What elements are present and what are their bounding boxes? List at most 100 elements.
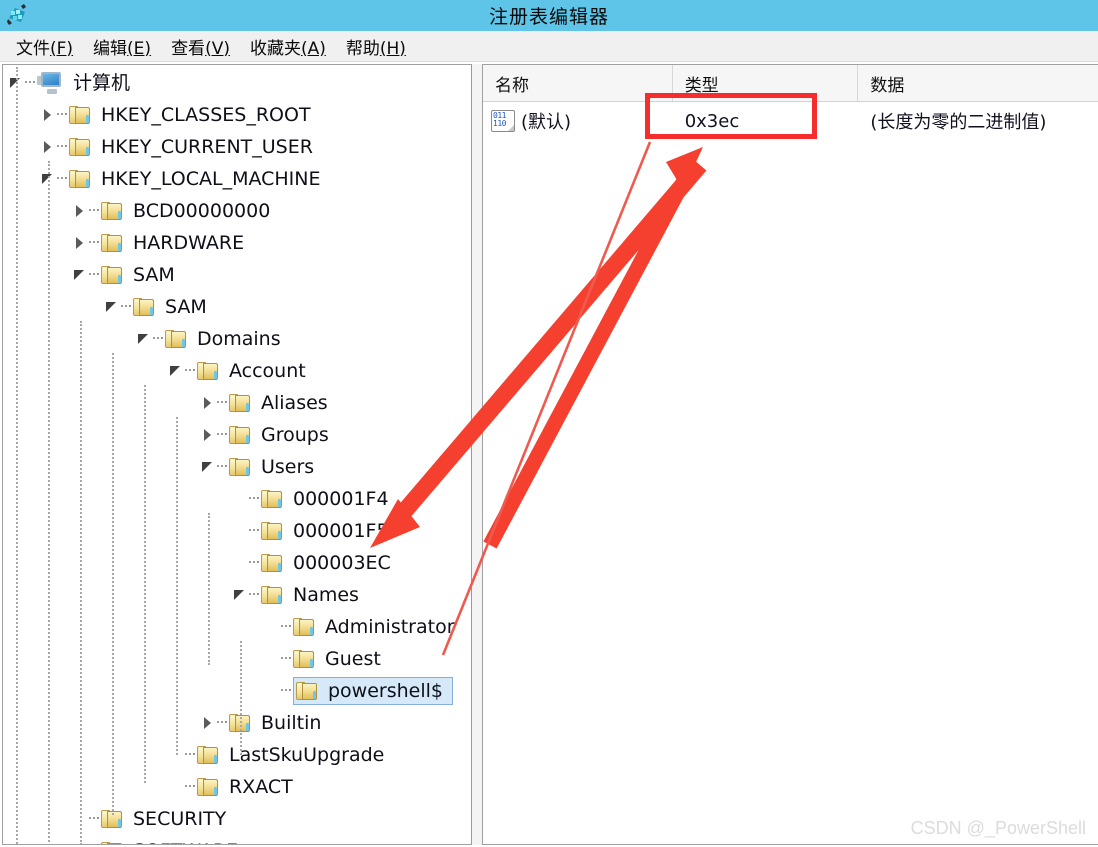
- tree-item-label: Builtin: [261, 712, 322, 734]
- tree-indent-guide: [112, 353, 114, 815]
- expand-arrow-icon[interactable]: [199, 394, 217, 412]
- collapse-arrow-icon[interactable]: [199, 458, 217, 476]
- tree-item-bcd00000000[interactable]: BCD00000000: [3, 195, 471, 227]
- collapse-arrow-icon[interactable]: [231, 586, 249, 604]
- tree-connector: [281, 689, 291, 693]
- tree-item-hardware[interactable]: HARDWARE: [3, 227, 471, 259]
- tree-item-content: Domains: [165, 327, 284, 351]
- tree-item-sam[interactable]: SAM: [3, 291, 471, 323]
- folder-icon: [101, 265, 123, 285]
- tree-connector: [25, 81, 35, 85]
- tree-item-names[interactable]: Names: [3, 579, 471, 611]
- menu-item-edit-text: 编辑: [93, 38, 128, 59]
- tree-item-aliases[interactable]: Aliases: [3, 387, 471, 419]
- tree-item-label: SAM: [165, 296, 207, 318]
- menu-item-file[interactable]: 文件(F): [6, 34, 83, 59]
- tree-indent-guide: [176, 417, 178, 755]
- tree-item-content: Users: [229, 455, 317, 479]
- folder-icon: [229, 425, 251, 445]
- tree-item-sam[interactable]: SAM: [3, 259, 471, 291]
- tree-item-hkeyclassesroot[interactable]: HKEY_CLASSES_ROOT: [3, 99, 471, 131]
- column-header-data[interactable]: 数据: [858, 65, 1098, 101]
- menu-item-edit-accel: (E): [127, 38, 152, 59]
- tree-item-content: HKEY_CLASSES_ROOT: [69, 103, 314, 127]
- folder-icon: [133, 297, 155, 317]
- column-header-type[interactable]: 类型: [673, 65, 859, 101]
- tree-item-[interactable]: 计算机: [3, 67, 471, 99]
- tree-indent-guide: [48, 161, 50, 844]
- menu-item-edit[interactable]: 编辑(E): [83, 34, 161, 59]
- folder-icon: [101, 233, 123, 253]
- tree-connector: [281, 625, 291, 629]
- tree-item-powershell[interactable]: powershell$: [3, 675, 471, 707]
- menu-item-help[interactable]: 帮助(H): [336, 34, 416, 59]
- column-header-name[interactable]: 名称: [483, 65, 673, 101]
- tree-item-000001f5[interactable]: 000001F5: [3, 515, 471, 547]
- value-data-cell: (长度为零的二进制值): [870, 112, 1047, 133]
- tree-item-content: SAM: [101, 263, 178, 287]
- tree-item-label: Aliases: [261, 392, 328, 414]
- tree-item-hkeylocalmachine[interactable]: HKEY_LOCAL_MACHINE: [3, 163, 471, 195]
- registry-tree-panel[interactable]: 计算机 HKEY_CLASSES_ROOT HKEY_CURRENT_USER HKE…: [2, 64, 472, 845]
- tree-item-users[interactable]: Users: [3, 451, 471, 483]
- tree-item-guest[interactable]: Guest: [3, 643, 471, 675]
- tree-item-account[interactable]: Account: [3, 355, 471, 387]
- tree-item-000003ec[interactable]: 000003EC: [3, 547, 471, 579]
- tree-item-hkeycurrentuser[interactable]: HKEY_CURRENT_USER: [3, 131, 471, 163]
- tree-item-content: Aliases: [229, 391, 331, 415]
- registry-tree[interactable]: 计算机 HKEY_CLASSES_ROOT HKEY_CURRENT_USER HKE…: [3, 65, 471, 844]
- tree-item-content: 000003EC: [261, 551, 394, 575]
- tree-item-rxact[interactable]: RXACT: [3, 771, 471, 803]
- tree-item-label: HKEY_CURRENT_USER: [101, 136, 313, 158]
- tree-indent-guide: [240, 641, 242, 755]
- menu-item-favorites[interactable]: 收藏夹(A): [240, 34, 336, 59]
- collapse-arrow-icon[interactable]: [167, 362, 185, 380]
- folder-icon: [101, 841, 123, 844]
- tree-item-administrator[interactable]: Administrator: [3, 611, 471, 643]
- expand-arrow-icon[interactable]: [71, 202, 89, 220]
- tree-item-label: SAM: [133, 264, 175, 286]
- window-title: 注册表编辑器: [488, 6, 609, 28]
- tree-item-software[interactable]: SOFTWARE: [3, 835, 471, 844]
- registry-value-list-panel[interactable]: 名称 类型 数据 011 110 (默认) 0x3ec (长度为零的二进制值): [482, 64, 1098, 845]
- tree-item-builtin[interactable]: Builtin: [3, 707, 471, 739]
- folder-icon: [101, 201, 123, 221]
- folder-icon: [229, 457, 251, 477]
- panel-splitter[interactable]: [472, 64, 482, 845]
- tree-item-000001f4[interactable]: 000001F4: [3, 483, 471, 515]
- folder-icon: [197, 745, 219, 765]
- tree-item-groups[interactable]: Groups: [3, 419, 471, 451]
- expand-arrow-icon[interactable]: [199, 714, 217, 732]
- tree-item-content: Administrator: [293, 615, 458, 639]
- folder-icon: [261, 585, 283, 605]
- collapse-arrow-icon[interactable]: [135, 330, 153, 348]
- tree-item-content: Names: [261, 583, 362, 607]
- tree-item-content: 计算机: [37, 71, 133, 95]
- tree-item-label: Groups: [261, 424, 329, 446]
- tree-item-lastskuupgrade[interactable]: LastSkuUpgrade: [3, 739, 471, 771]
- tree-item-security[interactable]: SECURITY: [3, 803, 471, 835]
- menu-item-view[interactable]: 查看(V): [161, 34, 240, 59]
- expand-arrow-icon[interactable]: [199, 426, 217, 444]
- tree-connector: [185, 785, 195, 789]
- tree-connector: [217, 465, 227, 469]
- tree-item-content: SOFTWARE: [101, 839, 241, 844]
- collapse-arrow-icon[interactable]: [71, 266, 89, 284]
- expand-arrow-icon[interactable]: [39, 106, 57, 124]
- value-list-row[interactable]: 011 110 (默认) 0x3ec (长度为零的二进制值): [483, 102, 1098, 140]
- collapse-arrow-icon[interactable]: [103, 298, 121, 316]
- tree-item-label: Account: [229, 360, 306, 382]
- tree-item-domains[interactable]: Domains: [3, 323, 471, 355]
- tree-connector: [153, 337, 163, 341]
- tree-connector: [249, 497, 259, 501]
- expand-arrow-icon[interactable]: [39, 138, 57, 156]
- watermark: CSDN @_PowerShell: [910, 818, 1086, 838]
- tree-item-label: 计算机: [73, 72, 131, 94]
- folder-icon: [229, 393, 251, 413]
- menu-item-file-text: 文件: [16, 38, 50, 59]
- expand-arrow-icon[interactable]: [71, 234, 89, 252]
- tree-connector: [57, 145, 67, 149]
